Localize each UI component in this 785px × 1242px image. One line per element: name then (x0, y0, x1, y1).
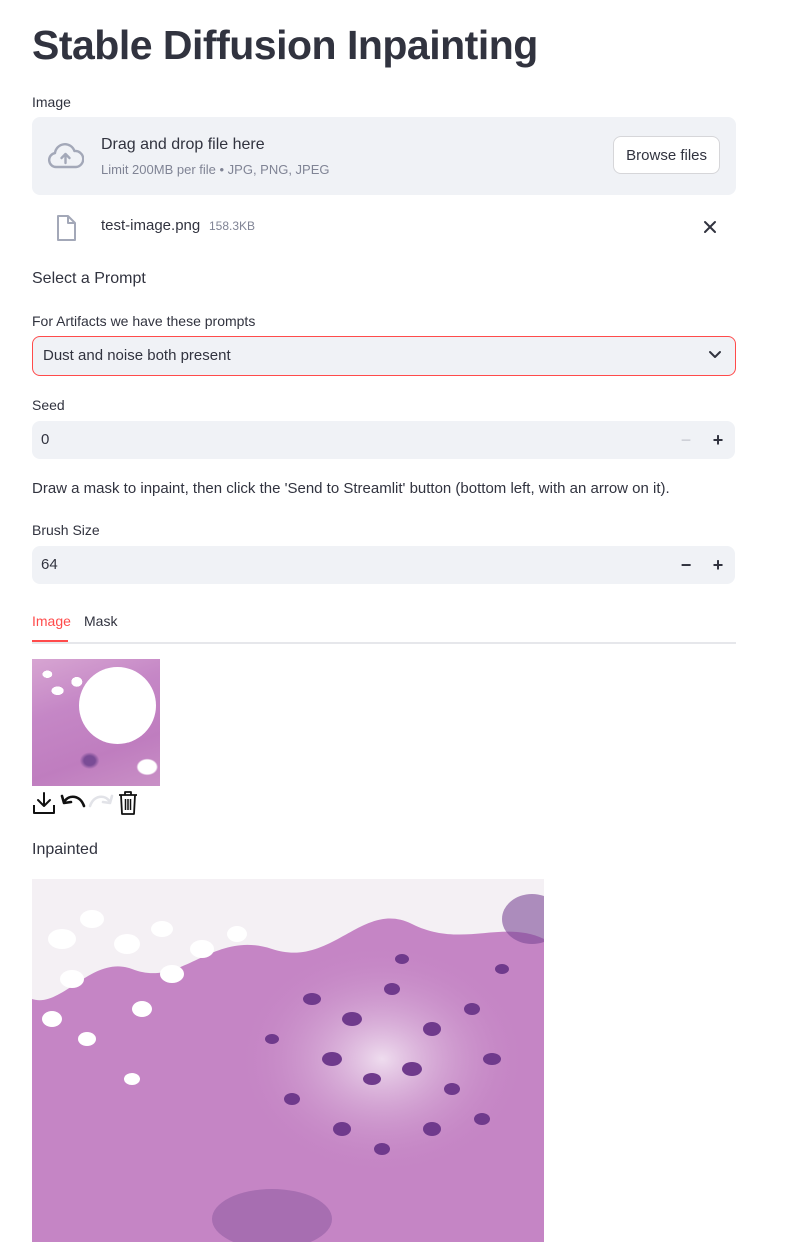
brush-size-input[interactable]: 64 − + (32, 546, 735, 584)
seed-value: 0 (41, 431, 50, 448)
seed-number-input[interactable]: 0 − + (32, 421, 735, 459)
seed-increment-button[interactable]: + (702, 421, 734, 459)
inpainted-image-texture (32, 879, 544, 1242)
tab-image[interactable]: Image (32, 613, 71, 629)
brush-size-value: 64 (41, 556, 58, 573)
drawing-canvas[interactable] (32, 659, 160, 786)
file-icon (57, 215, 76, 241)
chevron-down-icon (709, 351, 721, 358)
mask-instructions: Draw a mask to inpaint, then click the '… (32, 480, 670, 497)
seed-label: Seed (32, 397, 65, 413)
inpainted-image (32, 879, 544, 1242)
download-icon[interactable] (32, 790, 56, 816)
seed-decrement-button[interactable]: − (670, 421, 702, 459)
image-mask-tabs: Image Mask (32, 608, 736, 644)
dropzone-title: Drag and drop file here (101, 136, 265, 153)
canvas-toolbar (32, 790, 142, 818)
remove-file-icon[interactable] (703, 220, 717, 234)
cloud-upload-icon (47, 143, 84, 169)
mask-stroke (79, 667, 156, 744)
active-tab-indicator (32, 640, 68, 642)
uploaded-file-size: 158.3KB (209, 219, 256, 233)
tab-mask[interactable]: Mask (84, 613, 117, 629)
file-dropzone[interactable]: Drag and drop file here Limit 200MB per … (32, 117, 736, 195)
trash-icon[interactable] (118, 790, 138, 816)
uploaded-file-name: test-image.png (101, 217, 201, 234)
page-title: Stable Diffusion Inpainting (32, 22, 538, 68)
dropzone-limit-text: Limit 200MB per file • JPG, PNG, JPEG (101, 162, 330, 177)
browse-files-button[interactable]: Browse files (613, 136, 720, 174)
brush-increment-button[interactable]: + (702, 546, 734, 584)
undo-icon[interactable] (60, 790, 86, 816)
prompt-select-value: Dust and noise both present (43, 347, 231, 364)
prompt-select-label: For Artifacts we have these prompts (32, 313, 256, 329)
uploaded-file-row: test-image.png 158.3KB (32, 210, 736, 244)
prompt-select[interactable]: Dust and noise both present (32, 336, 736, 376)
prompt-section-heading: Select a Prompt (32, 270, 146, 287)
brush-size-label: Brush Size (32, 522, 100, 538)
redo-icon[interactable] (88, 790, 114, 816)
image-uploader-label: Image (32, 94, 71, 110)
inpainted-label: Inpainted (32, 841, 98, 858)
brush-decrement-button[interactable]: − (670, 546, 702, 584)
